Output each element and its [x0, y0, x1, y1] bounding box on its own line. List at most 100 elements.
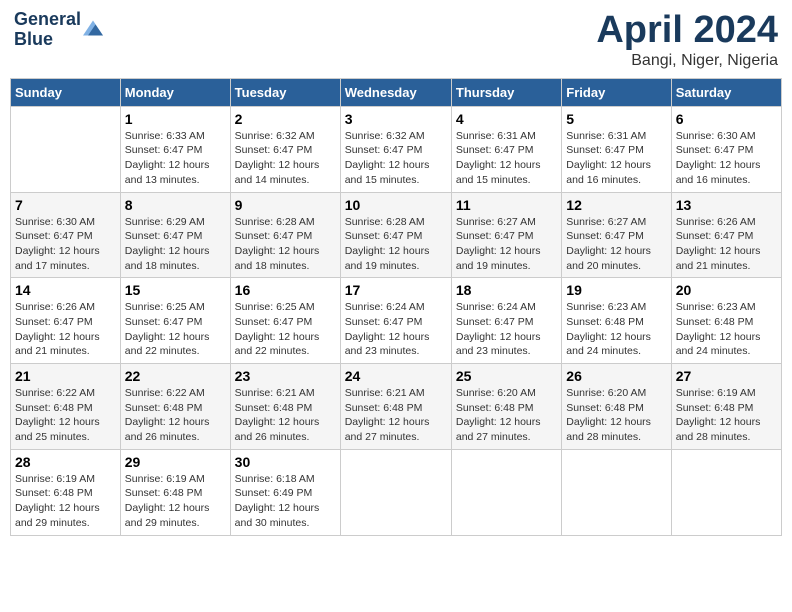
- week-row-2: 7Sunrise: 6:30 AMSunset: 6:47 PMDaylight…: [11, 192, 782, 278]
- day-number: 19: [566, 282, 666, 298]
- day-number: 30: [235, 454, 336, 470]
- day-cell: 18Sunrise: 6:24 AMSunset: 6:47 PMDayligh…: [451, 278, 561, 364]
- day-number: 21: [15, 368, 116, 384]
- logo-text: General Blue: [14, 10, 81, 50]
- day-cell: 1 Sunrise: 6:33 AMSunset: 6:47 PMDaylight…: [120, 106, 230, 192]
- day-number: 27: [676, 368, 777, 384]
- day-cell: 7Sunrise: 6:30 AMSunset: 6:47 PMDaylight…: [11, 192, 121, 278]
- day-info: Sunrise: 6:26 AMSunset: 6:47 PMDaylight:…: [15, 300, 116, 359]
- day-number: 23: [235, 368, 336, 384]
- day-cell: 30 Sunrise: 6:18 AMSunset: 6:49 PMDayligh…: [230, 449, 340, 535]
- col-header-wednesday: Wednesday: [340, 78, 451, 106]
- day-number: 22: [125, 368, 226, 384]
- day-info: Sunrise: 6:28 AMSunset: 6:47 PMDaylight:…: [345, 215, 447, 274]
- day-info: Sunrise: 6:20 AMSunset: 6:48 PMDaylight:…: [566, 386, 666, 445]
- day-info: Sunrise: 6:27 AMSunset: 6:47 PMDaylight:…: [456, 215, 557, 274]
- day-cell: 5 Sunrise: 6:31 AMSunset: 6:47 PMDaylight…: [562, 106, 671, 192]
- day-cell: 8Sunrise: 6:29 AMSunset: 6:47 PMDaylight…: [120, 192, 230, 278]
- day-cell: [671, 449, 781, 535]
- col-header-friday: Friday: [562, 78, 671, 106]
- day-number: 3: [345, 111, 447, 127]
- day-number: 18: [456, 282, 557, 298]
- day-cell: 21Sunrise: 6:22 AMSunset: 6:48 PMDayligh…: [11, 364, 121, 450]
- day-info: Sunrise: 6:23 AMSunset: 6:48 PMDaylight:…: [676, 300, 777, 359]
- day-cell: 28 Sunrise: 6:19 AMSunset: 6:48 PMDayligh…: [11, 449, 121, 535]
- week-row-4: 21 Sunrise: 6:22 AMSunset: 6:48 PMDayligh…: [11, 364, 782, 450]
- day-number: 2: [235, 111, 336, 127]
- day-cell: 19 Sunrise: 6:23 AMSunset: 6:48 PMDayligh…: [562, 278, 671, 364]
- day-number: 5: [566, 111, 666, 127]
- day-info: Sunrise: 6:28 AMSunset: 6:47 PMDaylight:…: [235, 215, 336, 274]
- day-cell: 24Sunrise: 6:21 AMSunset: 6:48 PMDayligh…: [340, 364, 451, 450]
- day-cell: 15Sunrise: 6:25 AMSunset: 6:47 PMDayligh…: [120, 278, 230, 364]
- col-header-sunday: Sunday: [11, 78, 121, 106]
- day-number: 29: [125, 454, 226, 470]
- day-info: Sunrise: 6:31 AMSunset: 6:47 PMDaylight:…: [456, 129, 557, 188]
- day-cell: 23 Sunrise: 6:21 AMSunset: 6:48 PMDayligh…: [230, 364, 340, 450]
- day-info: Sunrise: 6:27 AMSunset: 6:47 PMDaylight:…: [566, 215, 666, 274]
- day-info: Sunrise: 6:32 AMSunset: 6:47 PMDaylight:…: [235, 129, 336, 188]
- day-number: 9: [235, 197, 336, 213]
- day-number: 11: [456, 197, 557, 213]
- week-row-5: 28 Sunrise: 6:19 AMSunset: 6:48 PMDayligh…: [11, 449, 782, 535]
- day-number: 26: [566, 368, 666, 384]
- day-number: 20: [676, 282, 777, 298]
- day-cell: 27 Sunrise: 6:19 AMSunset: 6:48 PMDayligh…: [671, 364, 781, 450]
- day-cell: 14Sunrise: 6:26 AMSunset: 6:47 PMDayligh…: [11, 278, 121, 364]
- day-number: 24: [345, 368, 447, 384]
- calendar-table: SundayMondayTuesdayWednesdayThursdayFrid…: [10, 78, 782, 536]
- week-row-1: 1 Sunrise: 6:33 AMSunset: 6:47 PMDaylight…: [11, 106, 782, 192]
- day-cell: 16 Sunrise: 6:25 AMSunset: 6:47 PMDayligh…: [230, 278, 340, 364]
- day-cell: 20 Sunrise: 6:23 AMSunset: 6:48 PMDayligh…: [671, 278, 781, 364]
- day-info: Sunrise: 6:25 AMSunset: 6:47 PMDaylight:…: [125, 300, 226, 359]
- day-info: Sunrise: 6:20 AMSunset: 6:48 PMDaylight:…: [456, 386, 557, 445]
- day-cell: 11 Sunrise: 6:27 AMSunset: 6:47 PMDayligh…: [451, 192, 561, 278]
- col-header-tuesday: Tuesday: [230, 78, 340, 106]
- day-cell: 6 Sunrise: 6:30 AMSunset: 6:47 PMDaylight…: [671, 106, 781, 192]
- logo-icon: [83, 18, 103, 38]
- day-number: 13: [676, 197, 777, 213]
- header-row: SundayMondayTuesdayWednesdayThursdayFrid…: [11, 78, 782, 106]
- day-number: 10: [345, 197, 447, 213]
- col-header-thursday: Thursday: [451, 78, 561, 106]
- day-info: Sunrise: 6:25 AMSunset: 6:47 PMDaylight:…: [235, 300, 336, 359]
- logo: General Blue: [14, 10, 103, 50]
- day-cell: 4 Sunrise: 6:31 AMSunset: 6:47 PMDaylight…: [451, 106, 561, 192]
- day-cell: [340, 449, 451, 535]
- day-cell: 25Sunrise: 6:20 AMSunset: 6:48 PMDayligh…: [451, 364, 561, 450]
- day-cell: 17 Sunrise: 6:24 AMSunset: 6:47 PMDayligh…: [340, 278, 451, 364]
- title-area: April 2024 Bangi, Niger, Nigeria: [596, 10, 778, 70]
- day-number: 16: [235, 282, 336, 298]
- col-header-monday: Monday: [120, 78, 230, 106]
- day-info: Sunrise: 6:18 AMSunset: 6:49 PMDaylight:…: [235, 472, 336, 531]
- day-cell: [451, 449, 561, 535]
- day-info: Sunrise: 6:19 AMSunset: 6:48 PMDaylight:…: [15, 472, 116, 531]
- day-cell: 26 Sunrise: 6:20 AMSunset: 6:48 PMDayligh…: [562, 364, 671, 450]
- day-number: 28: [15, 454, 116, 470]
- day-number: 17: [345, 282, 447, 298]
- day-info: Sunrise: 6:32 AMSunset: 6:47 PMDaylight:…: [345, 129, 447, 188]
- day-info: Sunrise: 6:24 AMSunset: 6:47 PMDaylight:…: [345, 300, 447, 359]
- day-number: 1: [125, 111, 226, 127]
- day-info: Sunrise: 6:22 AMSunset: 6:48 PMDaylight:…: [125, 386, 226, 445]
- day-cell: [562, 449, 671, 535]
- day-cell: 10 Sunrise: 6:28 AMSunset: 6:47 PMDayligh…: [340, 192, 451, 278]
- day-number: 6: [676, 111, 777, 127]
- day-info: Sunrise: 6:23 AMSunset: 6:48 PMDaylight:…: [566, 300, 666, 359]
- day-number: 4: [456, 111, 557, 127]
- day-cell: 13Sunrise: 6:26 AMSunset: 6:47 PMDayligh…: [671, 192, 781, 278]
- logo-line1: General: [14, 10, 81, 30]
- day-cell: 29Sunrise: 6:19 AMSunset: 6:48 PMDayligh…: [120, 449, 230, 535]
- day-number: 8: [125, 197, 226, 213]
- header: General Blue April 2024 Bangi, Niger, Ni…: [10, 10, 782, 70]
- day-info: Sunrise: 6:19 AMSunset: 6:48 PMDaylight:…: [676, 386, 777, 445]
- day-info: Sunrise: 6:30 AMSunset: 6:47 PMDaylight:…: [15, 215, 116, 274]
- day-info: Sunrise: 6:31 AMSunset: 6:47 PMDaylight:…: [566, 129, 666, 188]
- month-title: April 2024: [596, 10, 778, 52]
- day-cell: 12Sunrise: 6:27 AMSunset: 6:47 PMDayligh…: [562, 192, 671, 278]
- day-info: Sunrise: 6:30 AMSunset: 6:47 PMDaylight:…: [676, 129, 777, 188]
- week-row-3: 14Sunrise: 6:26 AMSunset: 6:47 PMDayligh…: [11, 278, 782, 364]
- day-cell: 9 Sunrise: 6:28 AMSunset: 6:47 PMDaylight…: [230, 192, 340, 278]
- day-info: Sunrise: 6:21 AMSunset: 6:48 PMDaylight:…: [235, 386, 336, 445]
- day-info: Sunrise: 6:33 AMSunset: 6:47 PMDaylight:…: [125, 129, 226, 188]
